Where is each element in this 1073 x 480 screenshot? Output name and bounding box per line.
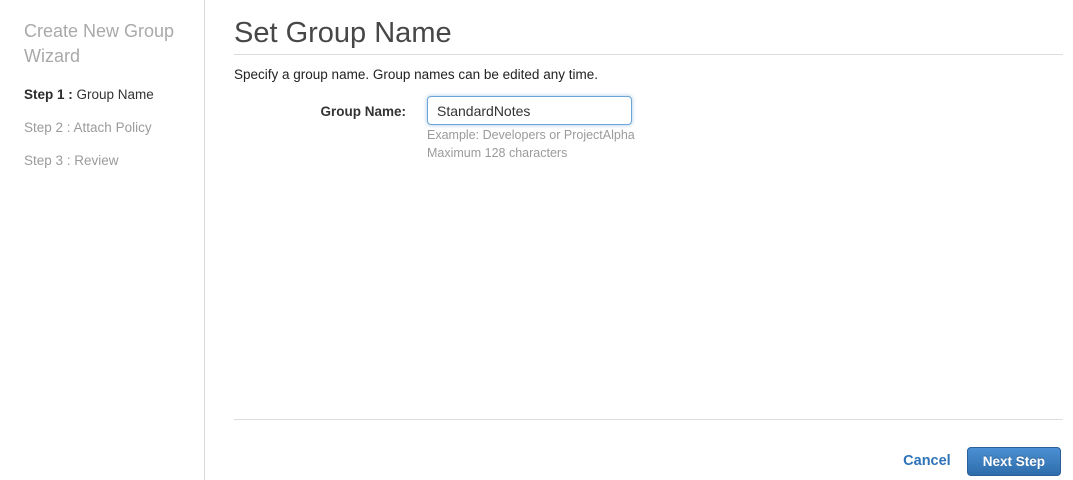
footer-divider <box>234 419 1063 420</box>
title-divider <box>234 54 1063 55</box>
step-3-prefix: Step 3 : <box>24 153 75 168</box>
next-step-button[interactable]: Next Step <box>966 446 1061 476</box>
group-name-input[interactable] <box>427 96 632 125</box>
cancel-button[interactable]: Cancel <box>903 453 951 469</box>
step-1-prefix: Step 1 : <box>24 87 77 102</box>
create-group-wizard-page: Create New Group Wizard Step 1 : Group N… <box>0 0 1073 480</box>
step-1-label: Group Name <box>76 87 154 102</box>
step-2-prefix: Step 2 : <box>24 120 74 135</box>
step-3-review: Step 3 : Review <box>24 154 154 168</box>
page-description: Specify a group name. Group names can be… <box>234 67 598 82</box>
step-1-group-name: Step 1 : Group Name <box>24 88 154 102</box>
group-name-example-hint: Example: Developers or ProjectAlpha <box>427 128 635 142</box>
wizard-sidebar: Create New Group Wizard Step 1 : Group N… <box>0 0 205 480</box>
wizard-footer: Cancel Next Step <box>234 446 1061 476</box>
step-3-label: Review <box>74 153 119 168</box>
group-name-max-hint: Maximum 128 characters <box>427 146 568 160</box>
main-panel: Set Group Name Specify a group name. Gro… <box>206 0 1073 480</box>
wizard-steps: Step 1 : Group Name Step 2 : Attach Poli… <box>24 88 154 187</box>
group-name-label: Group Name: <box>320 104 406 119</box>
wizard-title: Create New Group Wizard <box>24 21 175 66</box>
page-title: Set Group Name <box>234 17 452 49</box>
step-2-attach-policy: Step 2 : Attach Policy <box>24 121 154 135</box>
step-2-label: Attach Policy <box>73 120 152 135</box>
